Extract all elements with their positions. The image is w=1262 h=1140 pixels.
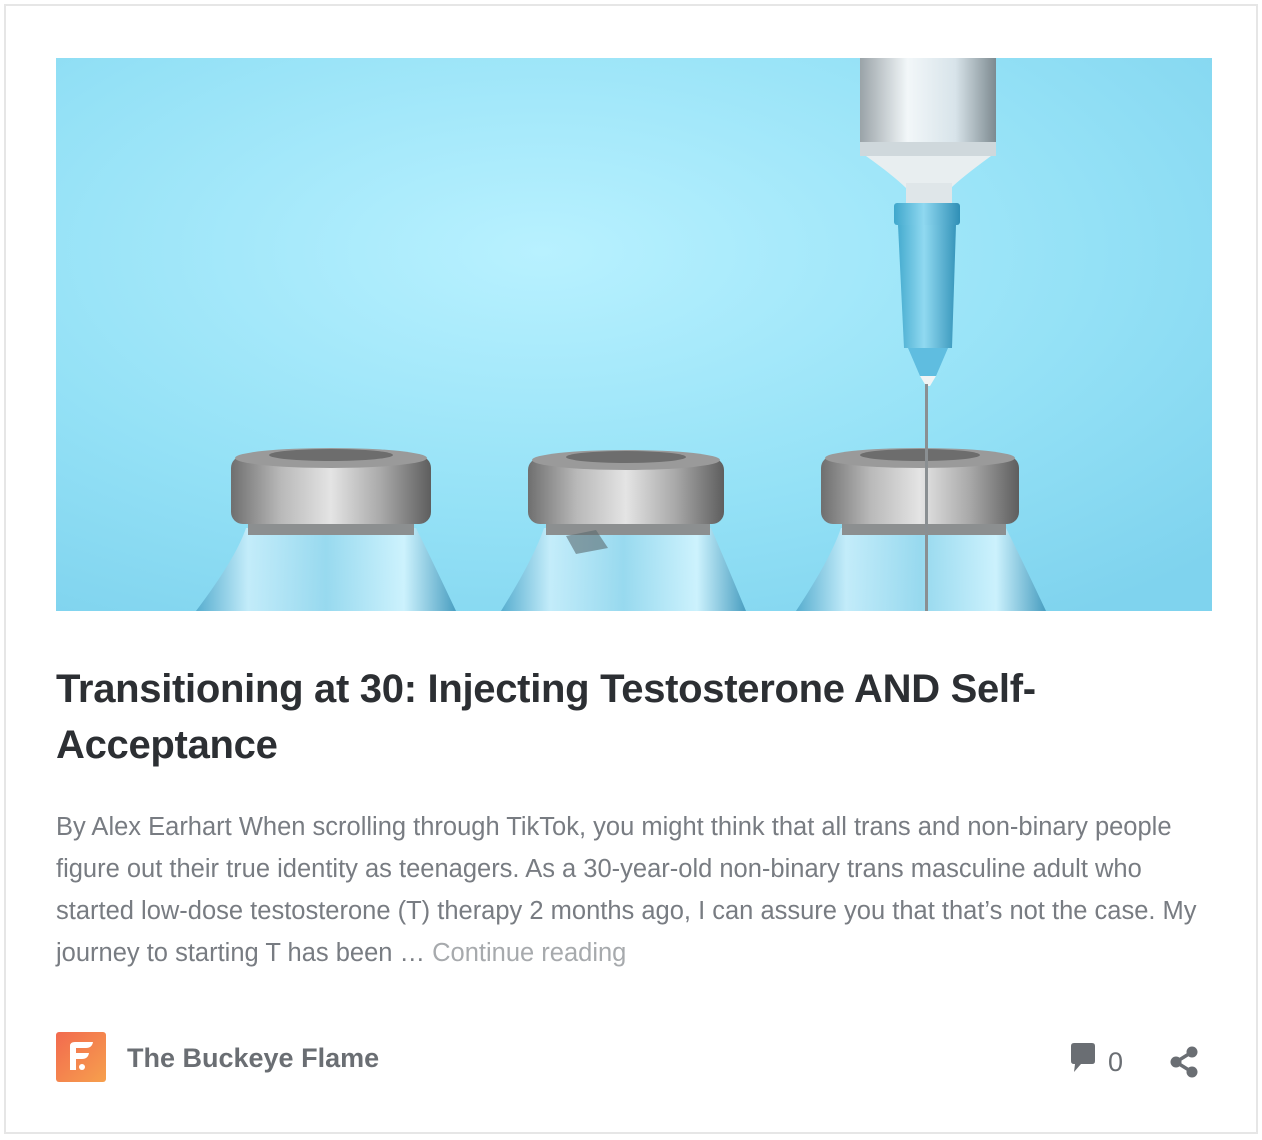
post-excerpt: By Alex Earhart When scrolling through T…: [56, 806, 1216, 974]
site-name-link[interactable]: The Buckeye Flame: [127, 1042, 379, 1074]
comment-count: 0: [1108, 1047, 1124, 1077]
share-icon[interactable]: [1164, 1042, 1204, 1082]
comments-link[interactable]: 0: [1068, 1042, 1123, 1082]
buckeye-flame-logo-icon[interactable]: [56, 1032, 106, 1082]
continue-reading-link[interactable]: Continue reading: [432, 939, 626, 967]
featured-image[interactable]: [56, 58, 1212, 611]
speech-bubble-icon: [1068, 1042, 1098, 1083]
post-card: Transitioning at 30: Injecting Testoster…: [4, 4, 1258, 1134]
post-title[interactable]: Transitioning at 30: Injecting Testoster…: [56, 661, 1212, 773]
